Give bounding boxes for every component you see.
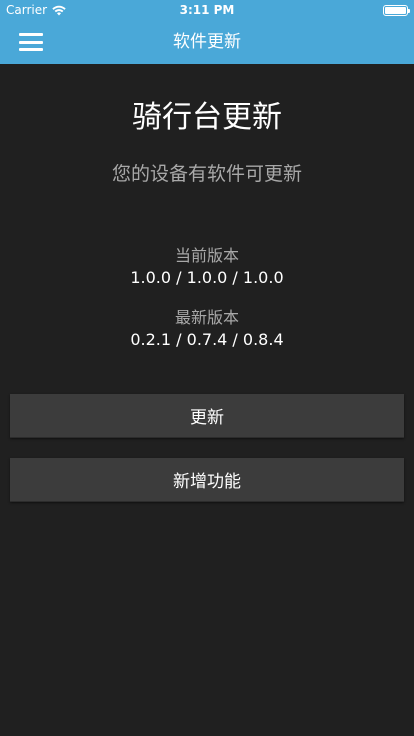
status-bar: Carrier 3:11 PM [0, 0, 414, 20]
update-button[interactable]: 更新 [10, 394, 404, 438]
new-features-button[interactable]: 新增功能 [10, 458, 404, 502]
status-time: 3:11 PM [179, 3, 235, 17]
current-version-label: 当前版本 [174, 246, 239, 265]
latest-version-label: 最新版本 [174, 308, 239, 327]
update-available-subtitle: 您的设备有软件可更新 [111, 163, 302, 185]
battery-icon [383, 4, 410, 16]
page-title: 骑行台更新 [132, 100, 282, 135]
main-content: 骑行台更新 您的设备有软件可更新 当前版本 1.0.0 / 1.0.0 / 1.… [0, 64, 414, 736]
nav-title: 软件更新 [173, 32, 241, 52]
current-version-value: 1.0.0 / 1.0.0 / 1.0.0 [130, 268, 284, 287]
latest-version-value: 0.2.1 / 0.7.4 / 0.8.4 [130, 330, 284, 349]
battery-fill [385, 6, 406, 14]
nav-bar: 软件更新 [0, 20, 414, 64]
